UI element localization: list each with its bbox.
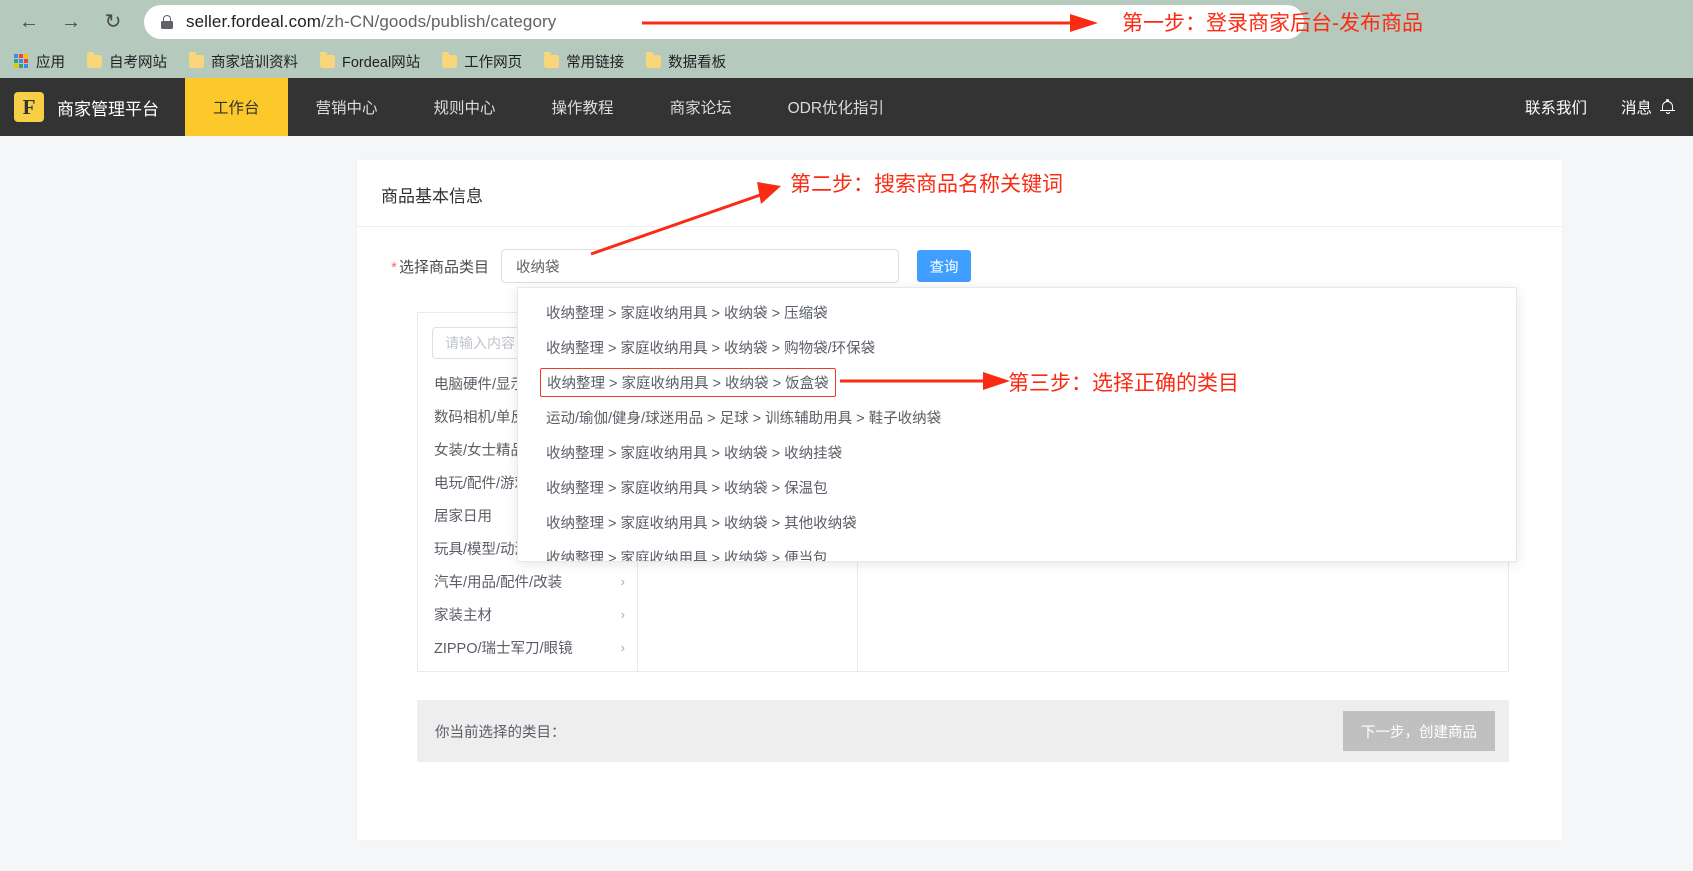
bookmark-label: Fordeal网站 [342, 51, 420, 72]
url-host: seller.fordeal.com [186, 12, 321, 31]
required-asterisk: * [391, 259, 397, 276]
nav-tabs: 工作台 营销中心 规则中心 操作教程 商家论坛 ODR优化指引 [185, 78, 912, 136]
nav-tab-tutorial[interactable]: 操作教程 [524, 78, 642, 136]
bookmark-item[interactable]: Fordeal网站 [320, 51, 420, 72]
suggestion-item[interactable]: 收纳整理 > 家庭收纳用具 > 收纳袋 > 压缩袋 [518, 295, 1516, 330]
nav-tab-forum[interactable]: 商家论坛 [642, 78, 760, 136]
suggestion-item[interactable]: 运动/瑜伽/健身/球迷用品 > 足球 > 训练辅助用具 > 鞋子收纳袋 [518, 400, 1516, 435]
category-item[interactable]: 家装主材 › [418, 598, 637, 631]
category-field-label-text: 选择商品类目 [399, 259, 489, 276]
folder-icon [87, 55, 102, 68]
app-topbar: F 商家管理平台 工作台 营销中心 规则中心 操作教程 商家论坛 ODR优化指引… [0, 78, 1693, 136]
back-arrow-icon[interactable]: ← [12, 5, 46, 39]
nav-tab-odr[interactable]: ODR优化指引 [760, 78, 912, 136]
category-item-label: 居家日用 [434, 505, 492, 526]
folder-icon [320, 55, 335, 68]
brand[interactable]: F 商家管理平台 [0, 78, 185, 136]
suggestion-label: 收纳整理 > 家庭收纳用具 > 收纳袋 > 购物袋/环保袋 [540, 334, 881, 361]
contact-us-label: 联系我们 [1525, 96, 1587, 118]
bookmark-item[interactable]: 常用链接 [544, 51, 624, 72]
messages-link[interactable]: 消息 [1621, 96, 1675, 118]
category-field-label: *选择商品类目 [381, 256, 501, 277]
suggestion-label: 收纳整理 > 家庭收纳用具 > 收纳袋 > 饭盒袋 [540, 368, 836, 397]
bell-icon [1660, 99, 1675, 115]
selected-category-label: 你当前选择的类目： [435, 721, 566, 742]
folder-icon [189, 55, 204, 68]
bookmark-label: 工作网页 [464, 51, 522, 72]
bookmark-item[interactable]: 数据看板 [646, 51, 726, 72]
bookmark-apps[interactable]: 应用 [14, 51, 65, 72]
folder-icon [544, 55, 559, 68]
category-suggestion-dropdown: 收纳整理 > 家庭收纳用具 > 收纳袋 > 压缩袋 收纳整理 > 家庭收纳用具 … [517, 287, 1517, 562]
reload-icon[interactable]: ↻ [96, 5, 130, 39]
forward-arrow-icon[interactable]: → [54, 5, 88, 39]
bookmark-label: 商家培训资料 [211, 51, 298, 72]
bookmark-item[interactable]: 工作网页 [442, 51, 522, 72]
category-item-label: ZIPPO/瑞士军刀/眼镜 [434, 637, 573, 658]
selection-bar: 你当前选择的类目： 下一步，创建商品 [417, 700, 1509, 762]
suggestion-label: 收纳整理 > 家庭收纳用具 > 收纳袋 > 压缩袋 [540, 299, 834, 326]
nav-tab-workbench[interactable]: 工作台 [185, 78, 288, 136]
category-item-label: 家装主材 [434, 604, 492, 625]
category-search-input[interactable] [501, 249, 899, 283]
bookmark-label: 数据看板 [668, 51, 726, 72]
bookmark-label: 自考网站 [109, 51, 167, 72]
suggestion-label: 收纳整理 > 家庭收纳用具 > 收纳袋 > 其他收纳袋 [540, 509, 863, 536]
url-path: /zh-CN/goods/publish/category [321, 12, 556, 31]
contact-us-link[interactable]: 联系我们 [1525, 96, 1587, 118]
bookmarks-bar: 应用 自考网站 商家培训资料 Fordeal网站 工作网页 常用链接 数据看板 [0, 44, 1693, 78]
annotation-step3-text: 第三步：选择正确的类目 [1008, 367, 1239, 397]
suggestion-label: 运动/瑜伽/健身/球迷用品 > 足球 > 训练辅助用具 > 鞋子收纳袋 [540, 404, 947, 431]
divider [357, 226, 1562, 227]
chevron-right-icon: › [621, 574, 625, 589]
suggestion-item[interactable]: 收纳整理 > 家庭收纳用具 > 收纳袋 > 便当包 [518, 540, 1516, 562]
annotation-step1-text: 第一步：登录商家后台-发布商品 [1122, 7, 1423, 37]
suggestion-item[interactable]: 收纳整理 > 家庭收纳用具 > 收纳袋 > 收纳挂袋 [518, 435, 1516, 470]
category-item-label: 汽车/用品/配件/改装 [434, 571, 562, 592]
suggestion-item[interactable]: 收纳整理 > 家庭收纳用具 > 收纳袋 > 其他收纳袋 [518, 505, 1516, 540]
suggestion-label: 收纳整理 > 家庭收纳用具 > 收纳袋 > 便当包 [540, 544, 834, 562]
category-item-label: 女装/女士精品 [434, 439, 525, 460]
category-search-row: *选择商品类目 查询 [381, 249, 971, 283]
suggestion-item[interactable]: 收纳整理 > 家庭收纳用具 > 收纳袋 > 保温包 [518, 470, 1516, 505]
browser-chrome: ← → ↻ seller.fordeal.com/zh-CN/goods/pub… [0, 0, 1693, 78]
brand-name: 商家管理平台 [57, 95, 159, 120]
folder-icon [646, 55, 661, 68]
nav-tab-marketing[interactable]: 营销中心 [288, 78, 406, 136]
bookmark-label: 应用 [36, 51, 65, 72]
topbar-right: 联系我们 消息 [1491, 78, 1693, 136]
suggestion-label: 收纳整理 > 家庭收纳用具 > 收纳袋 > 保温包 [540, 474, 834, 501]
annotation-step2-text: 第二步：搜索商品名称关键词 [790, 168, 1063, 198]
bookmark-label: 常用链接 [566, 51, 624, 72]
browser-toolbar: ← → ↻ seller.fordeal.com/zh-CN/goods/pub… [0, 0, 1693, 44]
lock-icon [160, 14, 174, 30]
messages-label: 消息 [1621, 96, 1652, 118]
apps-grid-icon [14, 54, 29, 68]
query-button[interactable]: 查询 [917, 250, 971, 282]
chevron-right-icon: › [621, 607, 625, 622]
chevron-right-icon: › [621, 640, 625, 655]
category-item[interactable]: ZIPPO/瑞士军刀/眼镜 › [418, 631, 637, 664]
bookmark-item[interactable]: 商家培训资料 [189, 51, 298, 72]
bookmark-item[interactable]: 自考网站 [87, 51, 167, 72]
category-item[interactable]: 汽车/用品/配件/改装 › [418, 565, 637, 598]
folder-icon [442, 55, 457, 68]
fordeal-logo-icon: F [14, 92, 44, 122]
url-text: seller.fordeal.com/zh-CN/goods/publish/c… [186, 12, 556, 32]
page-title: 商品基本信息 [381, 182, 483, 207]
suggestion-label: 收纳整理 > 家庭收纳用具 > 收纳袋 > 收纳挂袋 [540, 439, 848, 466]
nav-tab-rules[interactable]: 规则中心 [406, 78, 524, 136]
suggestion-item[interactable]: 收纳整理 > 家庭收纳用具 > 收纳袋 > 购物袋/环保袋 [518, 330, 1516, 365]
next-step-create-product-button[interactable]: 下一步，创建商品 [1343, 711, 1495, 751]
